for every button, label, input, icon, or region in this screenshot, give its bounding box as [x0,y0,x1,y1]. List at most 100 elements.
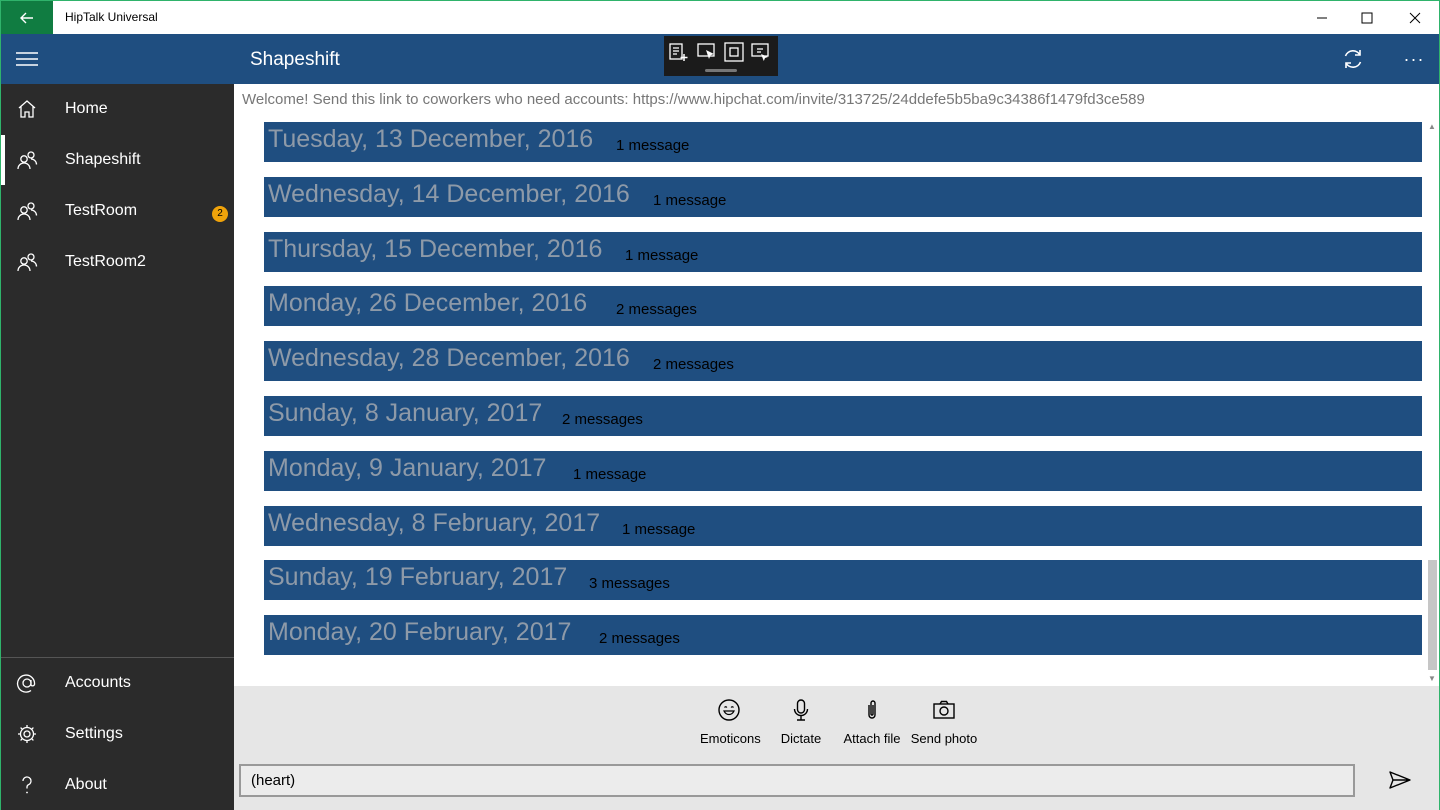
message-count: 3 messages [589,575,670,593]
refresh-icon [1344,50,1362,68]
message-count: 2 messages [562,410,643,428]
minimize-button[interactable] [1299,1,1345,34]
date-label: Monday, 9 January, 2017 [268,453,547,482]
scroll-down-arrow-icon[interactable]: ▼ [1428,674,1436,683]
microphone-icon [793,699,809,721]
capture-toolbar [664,36,778,76]
app-title: HipTalk Universal [65,10,158,24]
hamburger-icon [16,52,38,66]
sidebar-item-label: Shapeshift [65,151,141,168]
app-window: HipTalk Universal Shapeshift ··· Home Sh… [0,0,1440,810]
sidebar-item-shapeshift[interactable]: Shapeshift [1,135,234,185]
date-group-list: Tuesday, 13 December, 2016 1 message Wed… [264,122,1422,670]
sidebar-item-label: TestRoom [65,202,138,219]
tool-label: Attach file [843,731,901,746]
scroll-up-arrow-icon[interactable]: ▲ [1428,122,1436,131]
message-count: 1 message [616,137,690,154]
camera-icon [933,700,955,719]
close-icon [1409,12,1421,23]
sidebar-item-label: TestRoom2 [65,253,146,270]
tool-label: Send photo [910,731,978,746]
sidebar-item-label: About [65,776,107,793]
date-label: Wednesday, 28 December, 2016 [268,344,630,373]
capture-window-icon[interactable] [750,41,772,63]
message-input[interactable] [239,764,1355,797]
capture-region-icon[interactable] [723,41,745,63]
sidebar-item-testroom[interactable]: TestRoom 2 [1,186,234,236]
question-icon [22,776,32,794]
message-count: 1 message [622,520,696,538]
refresh-button[interactable] [1330,34,1376,84]
more-options-button[interactable]: ··· [1391,34,1437,84]
date-group-row[interactable]: Monday, 26 December, 2016 2 messages [264,286,1422,327]
date-label: Monday, 26 December, 2016 [268,289,588,318]
date-label: Wednesday, 14 December, 2016 [268,179,630,208]
message-count: 2 messages [599,630,680,648]
unread-badge: 2 [212,206,228,222]
date-group-row[interactable]: Monday, 9 January, 2017 1 message [264,450,1422,491]
back-button[interactable] [1,1,53,34]
sidebar-item-accounts[interactable]: Accounts [1,658,234,708]
sidebar-item-about[interactable]: About [1,760,234,810]
date-label: Sunday, 19 February, 2017 [268,563,568,592]
people-icon [17,151,38,170]
message-composer: Emoticons Dictate Attach file Send photo [234,686,1439,810]
date-group-row[interactable]: Sunday, 8 January, 2017 2 messages [264,395,1422,436]
sidebar-item-label: Settings [65,725,123,742]
date-group-row[interactable]: Wednesday, 8 February, 2017 1 message [264,505,1422,546]
date-label: Monday, 20 February, 2017 [268,618,572,647]
tool-label: Emoticons [700,731,761,746]
paperclip-icon [868,700,876,719]
dictate-button[interactable]: Dictate [777,698,825,746]
smiley-icon [718,699,740,721]
emoticons-button[interactable]: Emoticons [700,698,761,746]
screenshot-add-icon[interactable] [668,41,690,63]
message-count: 2 messages [653,356,734,374]
active-indicator [1,135,5,185]
maximize-button[interactable] [1344,1,1390,34]
back-arrow-icon [20,12,33,23]
at-icon [16,674,36,693]
sidebar-item-settings[interactable]: Settings [1,709,234,759]
people-icon [17,253,38,272]
date-group-row[interactable]: Monday, 20 February, 2017 2 messages [264,615,1422,656]
date-group-row[interactable]: Wednesday, 28 December, 2016 2 messages [264,341,1422,382]
message-count: 1 message [573,465,647,483]
sidebar-item-testroom2[interactable]: TestRoom2 [1,237,234,287]
date-group-row[interactable]: Tuesday, 13 December, 2016 1 message [264,122,1422,162]
welcome-message: Welcome! Send this link to coworkers who… [242,91,1145,108]
message-count: 1 message [653,191,727,209]
sidebar: Home Shapeshift TestRoom 2 TestRoom2 Acc… [1,84,234,810]
close-button[interactable] [1392,1,1438,34]
gear-icon [18,725,36,743]
room-title: Shapeshift [250,49,340,70]
date-label: Wednesday, 8 February, 2017 [268,508,601,537]
people-icon [17,202,38,221]
chat-content: Welcome! Send this link to coworkers who… [234,84,1439,686]
select-pointer-icon[interactable] [696,41,718,63]
home-icon [18,100,36,118]
date-label: Tuesday, 13 December, 2016 [268,125,594,153]
sidebar-item-label: Home [65,100,108,117]
date-label: Thursday, 15 December, 2016 [268,234,603,263]
attach-file-button[interactable]: Attach file [841,698,903,746]
date-group-row[interactable]: Thursday, 15 December, 2016 1 message [264,231,1422,272]
scroll-thumb[interactable] [1428,560,1437,670]
tool-label: Dictate [780,731,822,746]
send-photo-button[interactable]: Send photo [910,698,978,746]
maximize-icon [1361,12,1373,23]
message-count: 1 message [625,246,699,264]
minimize-icon [1317,17,1327,18]
send-icon [1389,771,1411,789]
sidebar-item-home[interactable]: Home [1,84,234,134]
message-count: 2 messages [616,301,697,319]
send-button[interactable] [1384,766,1416,794]
toolbar-grip[interactable] [705,69,737,72]
app-header: Shapeshift ··· [1,34,1439,84]
sidebar-item-label: Accounts [65,674,131,691]
title-bar: HipTalk Universal [1,1,1439,34]
date-group-row[interactable]: Sunday, 19 February, 2017 3 messages [264,560,1422,601]
date-label: Sunday, 8 January, 2017 [268,398,543,427]
hamburger-menu-button[interactable] [1,34,53,84]
date-group-row[interactable]: Wednesday, 14 December, 2016 1 message [264,176,1422,217]
